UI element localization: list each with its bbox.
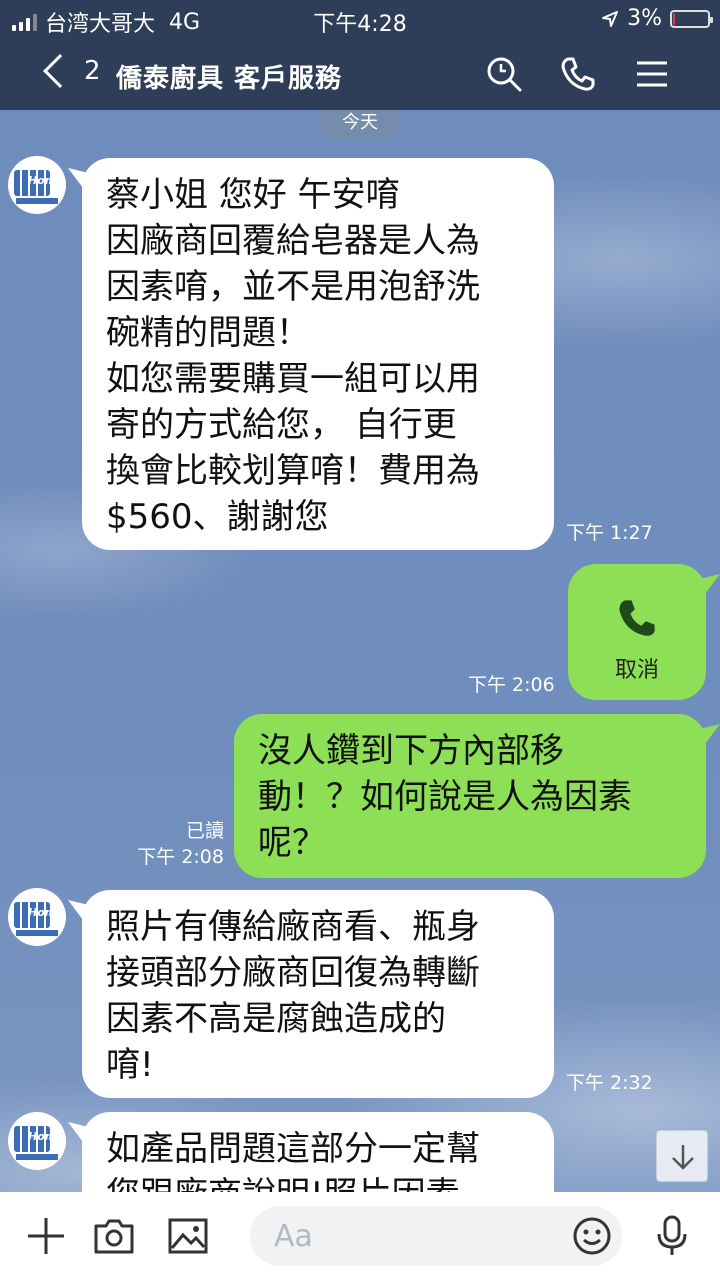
message-line: 接頭部分廠商回復為轉斷: [106, 953, 480, 993]
battery-percent: 3%: [627, 6, 662, 31]
avatar-label: Home: [28, 174, 64, 187]
avatar-label: Home: [28, 1130, 64, 1143]
phone-icon: [619, 600, 655, 636]
message-time: 下午 1:27: [566, 522, 653, 544]
message-bubble-outgoing[interactable]: 沒人鑽到下方內部移 動！？如何說是人為因素 呢？: [234, 714, 706, 878]
search-icon[interactable]: [484, 54, 524, 94]
message-bubble-incoming[interactable]: 照片有傳給廠商看、瓶身 接頭部分廠商回復為轉斷 因素不高是腐蝕造成的 唷!: [82, 890, 554, 1098]
image-icon[interactable]: [166, 1214, 210, 1258]
message-input[interactable]: [250, 1206, 622, 1266]
message-line: 因素唷，並不是用泡舒洗: [106, 267, 480, 307]
message-line: 動！？如何說是人為因素: [258, 777, 632, 817]
avatar-label: Home: [28, 906, 64, 919]
message-line: 碗精的問題！: [106, 313, 310, 353]
message-time: 下午 2:32: [566, 1072, 653, 1094]
chat-title: 僑泰廚具 客戶服務: [116, 64, 343, 94]
battery-icon: [670, 9, 713, 28]
message-line: 換會比較划算唷！費用為: [106, 451, 480, 491]
call-cancel-label: 取消: [614, 658, 659, 683]
message-line: 沒人鑽到下方內部移: [258, 731, 564, 771]
message-bubble-incoming[interactable]: 蔡小姐 您好 午安唷 因廠商回覆給皂器是人為 因素唷，並不是用泡舒洗 碗精的問題…: [82, 158, 554, 550]
message-line: 蔡小姐 您好 午安唷: [106, 175, 400, 215]
unread-count: 2: [84, 56, 101, 86]
scroll-to-bottom-button[interactable]: [656, 1130, 708, 1182]
message-line: 唷!: [106, 1045, 154, 1085]
plus-icon[interactable]: [24, 1214, 68, 1258]
location-arrow-icon: [602, 10, 619, 27]
message-time: 下午 2:08: [137, 846, 224, 868]
avatar[interactable]: Home: [8, 888, 66, 946]
date-separator: 今天: [320, 110, 400, 140]
menu-icon[interactable]: [632, 54, 672, 94]
back-button[interactable]: 2: [38, 54, 101, 88]
status-right: 3%: [601, 6, 713, 31]
message-bubble-incoming[interactable]: 如產品問題這部分一定幫 您跟廠商說明!照片因素: [82, 1112, 554, 1192]
arrow-down-icon: [672, 1145, 694, 1170]
chevron-left-icon: [43, 54, 77, 88]
message-line: $560、謝謝您: [106, 497, 329, 537]
message-line: 因廠商回覆給皂器是人為: [106, 221, 480, 261]
header-actions: [484, 54, 672, 94]
call-message-bubble[interactable]: 取消: [568, 564, 706, 700]
avatar[interactable]: Home: [8, 1112, 66, 1170]
message-line: 照片有傳給廠商看、瓶身: [106, 907, 480, 947]
input-bar: [0, 1192, 720, 1280]
message-line: 您跟廠商說明!照片因素: [106, 1172, 530, 1192]
phone-icon[interactable]: [558, 54, 598, 94]
chat-area[interactable]: 今天 Home 蔡小姐 您好 午安唷 因廠商回覆給皂器是人為 因素唷，並不是用泡…: [0, 110, 720, 1192]
status-bar: 台湾大哥大 4G 下午4:28 3%: [0, 0, 720, 40]
avatar[interactable]: Home: [8, 156, 66, 214]
message-line: 因素不高是腐蝕造成的: [106, 999, 446, 1039]
microphone-icon[interactable]: [650, 1214, 694, 1258]
message-line: 如您需要購買一組可以用: [106, 359, 480, 399]
message-line: 如產品問題這部分一定幫: [106, 1129, 480, 1169]
message-line: 呢？: [258, 823, 326, 863]
camera-icon[interactable]: [92, 1214, 136, 1258]
emoji-icon[interactable]: [570, 1214, 614, 1258]
message-time: 下午 2:06: [468, 674, 555, 696]
message-line: 寄的方式給您， 自行更: [106, 405, 457, 445]
read-receipt: 已讀 下午 2:08: [120, 818, 224, 870]
read-label: 已讀: [185, 820, 224, 842]
chat-header: 2 僑泰廚具 客戶服務: [0, 40, 720, 110]
